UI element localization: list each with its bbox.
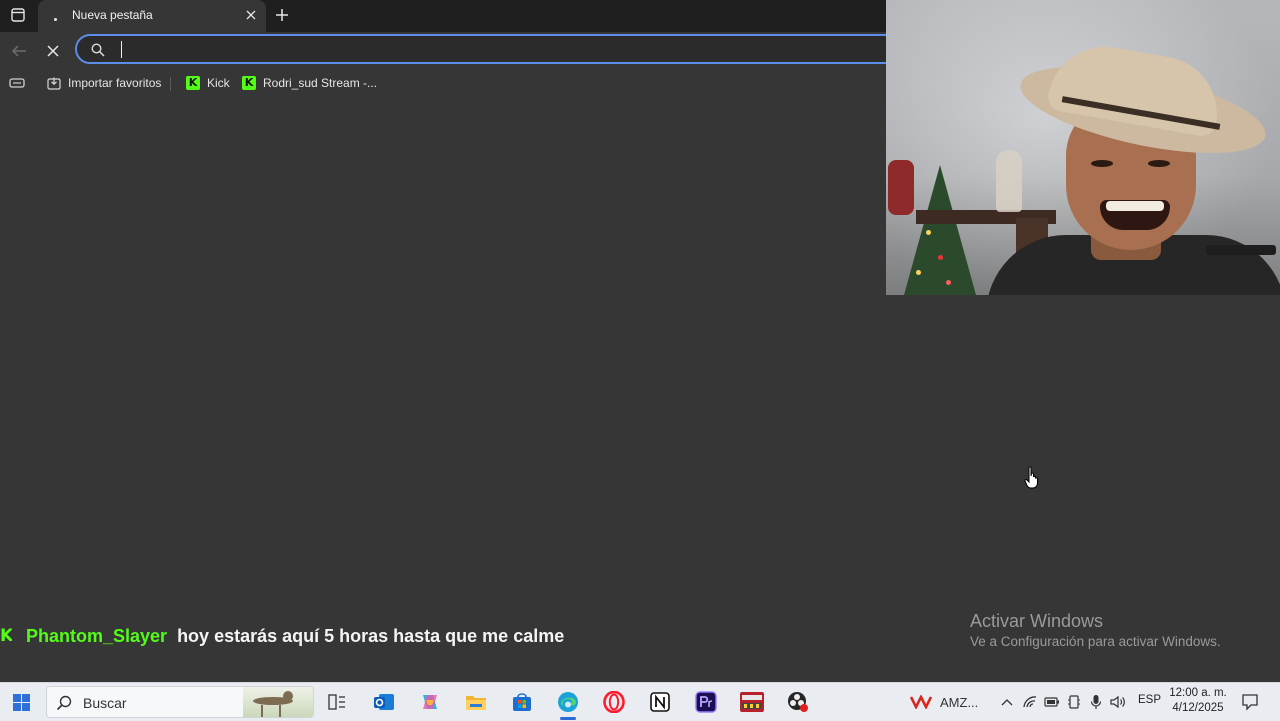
chat-text: hoy estarás aquí 5 horas hasta que me ca… (177, 625, 565, 646)
address-bar[interactable] (75, 34, 905, 64)
tab-title: Nueva pestaña (72, 8, 153, 22)
new-tab-button[interactable] (273, 6, 291, 24)
search-highlight-image (243, 687, 313, 717)
stop-loading-icon[interactable] (43, 41, 63, 61)
premiere-icon[interactable] (692, 688, 720, 716)
hand-cursor-icon (1024, 466, 1040, 490)
navigation-bar (0, 32, 905, 70)
tray-amz-app[interactable]: AMZ... (910, 691, 978, 713)
bookmark-import-favorites[interactable]: Importar favoritos (47, 74, 161, 92)
bookmark-label: Importar favoritos (68, 76, 162, 90)
bookmark-rodri-stream[interactable]: K Rodri_sud Stream -... (242, 74, 377, 92)
bookmarks-bar: Importar favoritos K Kick K Rodri_sud St… (0, 70, 886, 96)
file-explorer-icon[interactable] (462, 688, 490, 716)
search-icon (91, 43, 105, 57)
text-caret (121, 41, 122, 58)
tray-app-label: AMZ... (940, 694, 979, 710)
voicemeeter-icon[interactable] (738, 688, 766, 716)
clock-time: 12:00 a. m. (1169, 687, 1227, 699)
notion-icon[interactable] (646, 688, 674, 716)
tab-actions-icon[interactable] (10, 7, 26, 23)
clock-date: 4/12/2025 (1172, 702, 1224, 714)
import-icon (47, 76, 61, 90)
chat-username: Phantom_Slayer (26, 625, 168, 646)
notification-icon[interactable] (1241, 693, 1259, 711)
windows-start-icon[interactable] (13, 694, 30, 711)
taskbar-search[interactable]: Buscar (46, 686, 314, 718)
bookmark-separator (170, 77, 171, 91)
amz-icon (910, 695, 933, 709)
opera-icon[interactable] (600, 688, 628, 716)
tab-new-tab[interactable]: Nueva pestaña (38, 0, 266, 32)
christmas-tree (904, 165, 976, 295)
chevron-up-icon[interactable] (999, 694, 1015, 710)
kick-icon: K (186, 76, 200, 90)
bookmark-kick[interactable]: K Kick (186, 74, 230, 92)
microsoft-store-icon[interactable] (508, 688, 536, 716)
outlook-icon[interactable] (370, 688, 398, 716)
battery-icon[interactable] (1044, 694, 1060, 710)
windows-activation-watermark: Activar Windows Ve a Configuración para … (970, 610, 1221, 651)
search-label: Buscar (83, 695, 127, 711)
close-icon[interactable] (244, 8, 258, 22)
watermark-subtitle: Ve a Configuración para activar Windows. (970, 634, 1221, 649)
kick-icon: K (242, 76, 256, 90)
device-icon[interactable] (1066, 694, 1082, 710)
obs-icon[interactable] (784, 688, 812, 716)
edge-icon[interactable] (554, 688, 582, 720)
volume-icon[interactable] (1110, 694, 1126, 710)
wifi-icon[interactable] (1022, 694, 1038, 710)
loading-icon (48, 9, 62, 23)
watermark-title: Activar Windows (970, 611, 1104, 631)
language-indicator[interactable]: ESP (1138, 694, 1161, 706)
address-input[interactable] (121, 40, 825, 60)
taskbar: Buscar AMZ... ESP 12:00 a. m. 4/12/2025 (0, 682, 1280, 721)
clock[interactable]: 12:00 a. m. 4/12/2025 (1166, 686, 1230, 716)
back-arrow-icon[interactable] (9, 41, 29, 61)
bookmark-label: Rodri_sud Stream -... (263, 76, 378, 90)
webcam-overlay (886, 0, 1280, 295)
copilot-icon[interactable] (416, 688, 444, 716)
search-icon (56, 695, 72, 711)
kick-badge-icon: K (0, 627, 12, 645)
collections-icon[interactable] (9, 76, 25, 88)
tab-bar: Nueva pestaña (0, 0, 886, 32)
angel-figurine (996, 150, 1022, 212)
bookmark-label: Kick (207, 76, 230, 90)
task-view-icon[interactable] (323, 688, 351, 716)
microphone-icon[interactable] (1088, 694, 1104, 710)
chat-message: K Phantom_Slayer hoy estarás aquí 5 hora… (0, 624, 564, 648)
